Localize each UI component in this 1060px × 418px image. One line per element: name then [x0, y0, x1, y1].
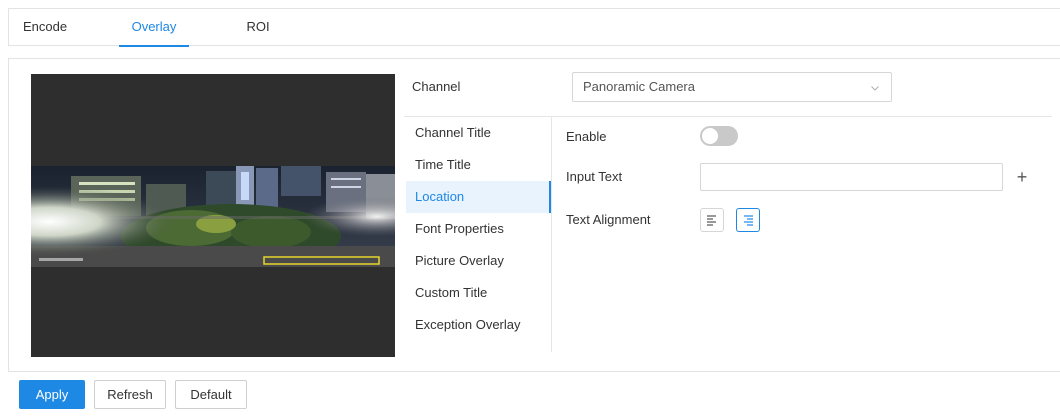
enable-label: Enable [566, 129, 607, 144]
tab-encode[interactable]: Encode [19, 9, 71, 46]
menu-item-time-title[interactable]: Time Title [406, 149, 551, 181]
default-button[interactable]: Default [175, 380, 247, 409]
menu-item-exception-overlay[interactable]: Exception Overlay [406, 309, 551, 341]
align-left-button[interactable] [700, 208, 724, 232]
toggle-knob [702, 128, 718, 144]
chevron-down-icon [871, 86, 879, 91]
channel-select[interactable]: Panoramic Camera [572, 72, 892, 102]
refresh-button[interactable]: Refresh [94, 380, 166, 409]
tab-bar: Encode Overlay ROI [8, 8, 1060, 47]
menu-divider [551, 117, 552, 352]
video-preview [31, 74, 395, 357]
menu-item-font-properties[interactable]: Font Properties [406, 213, 551, 245]
panoramic-camera-image [31, 166, 395, 267]
input-text-field[interactable] [700, 163, 1003, 191]
align-right-button[interactable] [736, 208, 760, 232]
tab-roi[interactable]: ROI [241, 9, 275, 46]
menu-item-custom-title[interactable]: Custom Title [406, 277, 551, 309]
active-tab-indicator [119, 45, 189, 47]
channel-label: Channel [412, 79, 461, 94]
apply-button[interactable]: Apply [19, 380, 85, 409]
text-alignment-label: Text Alignment [566, 212, 651, 227]
channel-select-value: Panoramic Camera [583, 79, 695, 94]
align-right-icon [744, 215, 753, 226]
menu-item-channel-title[interactable]: Channel Title [406, 117, 551, 149]
align-left-icon [707, 215, 716, 226]
enable-toggle[interactable] [700, 126, 738, 146]
menu-item-picture-overlay[interactable]: Picture Overlay [406, 245, 551, 277]
menu-item-location[interactable]: Location [406, 181, 551, 213]
tab-overlay-label: Overlay [131, 19, 177, 34]
plus-icon[interactable]: + [1014, 163, 1030, 191]
panoramic-scene-svg [31, 166, 395, 267]
input-text-label: Input Text [566, 169, 623, 184]
tab-overlay[interactable]: Overlay [119, 9, 189, 47]
